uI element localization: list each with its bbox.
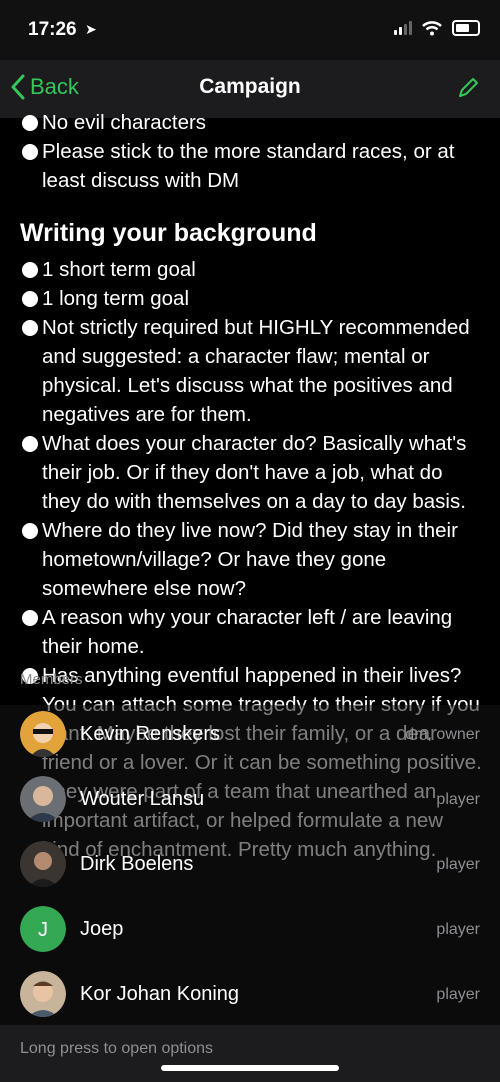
member-role: player [436,921,480,938]
battery-icon [452,20,480,36]
member-role: player [436,986,480,1003]
avatar: J [20,906,66,952]
list-item: No evil characters [20,108,485,137]
member-name: Kevin Renskers [80,723,221,745]
member-role: player [436,856,480,873]
location-arrow-icon: ➤ [85,21,97,37]
avatar-initial: J [38,919,48,941]
avatar [20,841,66,887]
member-role: dm, owner [405,726,480,743]
home-indicator[interactable] [161,1065,339,1071]
status-bar: 17:26 ➤ [0,0,500,60]
member-row[interactable]: Dirk Boelens player [0,835,500,899]
list-item: 1 short term goal [20,255,485,284]
member-row[interactable]: Kor Johan Koning player [0,965,500,1029]
footer-hint: Long press to open options [20,1040,214,1057]
rules-list: No evil characters Please stick to the m… [20,108,485,195]
footer-bar: Long press to open options [0,1025,500,1082]
signal-icon [394,21,412,35]
members-label: Members [20,671,83,688]
list-item: Not strictly required but HIGHLY recomme… [20,313,485,429]
status-time: 17:26 [28,19,77,40]
section-heading: Writing your background [20,219,317,247]
members-list: Kevin Renskers dm, owner Wouter Lansu pl… [0,705,500,1030]
member-row[interactable]: Kevin Renskers dm, owner [0,705,500,769]
list-item: A reason why your character left / are l… [20,603,485,661]
member-name: Dirk Boelens [80,853,194,875]
avatar [20,711,66,757]
status-icons [394,20,480,36]
member-row[interactable]: Wouter Lansu player [0,770,500,834]
list-item: Please stick to the more standard races,… [20,137,485,195]
avatar [20,776,66,822]
page-title: Campaign [199,75,301,98]
wifi-icon [422,20,442,35]
list-item: 1 long term goal [20,284,485,313]
list-item: What does your character do? Basically w… [20,429,485,516]
member-name: Kor Johan Koning [80,983,240,1005]
member-name: Wouter Lansu [80,788,205,810]
member-role: player [436,791,480,808]
list-item: Where do they live now? Did they stay in… [20,516,485,603]
member-name: Joep [80,918,124,940]
avatar [20,971,66,1017]
member-row[interactable]: J Joep player [0,900,500,964]
